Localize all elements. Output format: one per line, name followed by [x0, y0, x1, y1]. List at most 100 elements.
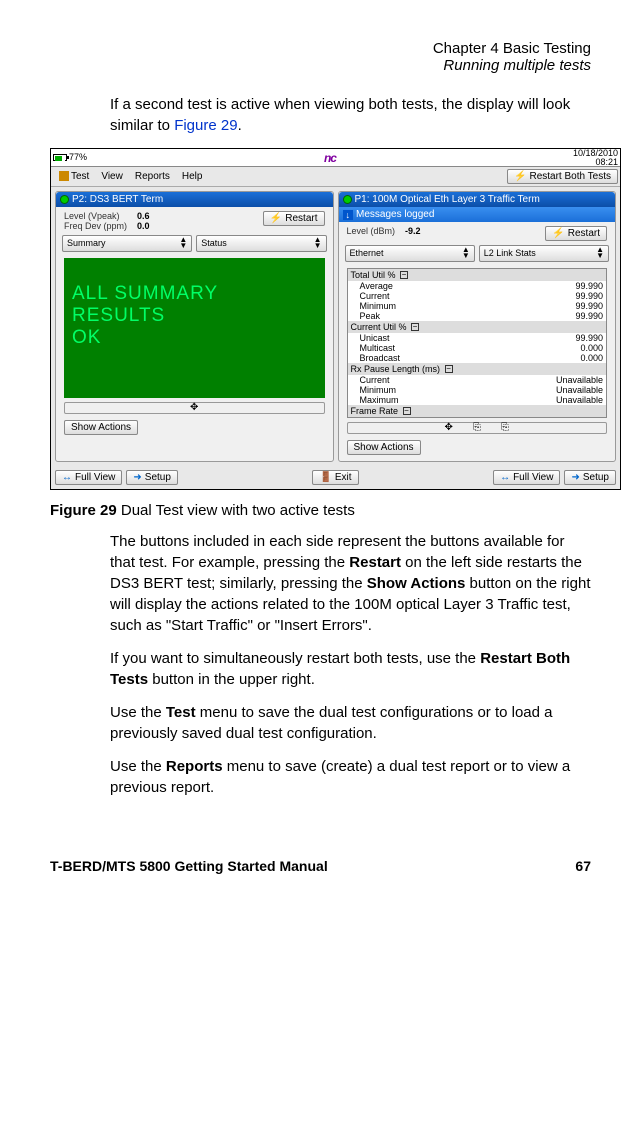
- right-pane-title: P1: 100M Optical Eth Layer 3 Traffic Ter…: [339, 192, 616, 207]
- right-sel2-label: L2 Link Stats: [484, 248, 536, 258]
- right-full-view-button[interactable]: ↔Full View: [493, 470, 560, 485]
- left-pane-title: P2: DS3 BERT Term: [56, 192, 333, 207]
- figure-caption-text: Dual Test view with two active tests: [117, 502, 355, 519]
- figure-reference-link[interactable]: Figure 29: [174, 117, 237, 134]
- row-value: 0.000: [580, 353, 603, 363]
- right-restart-label: Restart: [568, 228, 600, 239]
- arrow-right-icon: ➜: [133, 472, 141, 483]
- messages-label: Messages logged: [356, 209, 434, 220]
- left-stat1-label: Level (Vpeak): [64, 211, 127, 221]
- table-row: Peak99.990: [348, 311, 607, 321]
- right-sel1-label: Ethernet: [350, 248, 384, 258]
- row-value: 0.000: [580, 343, 603, 353]
- right-restart-button[interactable]: ⚡Restart: [545, 226, 607, 241]
- page-footer: T-BERD/MTS 5800 Getting Started Manual 6…: [50, 858, 591, 874]
- bolt-icon: ⚡: [270, 213, 282, 224]
- table-row: Minimum Unavailable: [348, 385, 607, 395]
- row-label: Average: [360, 281, 393, 291]
- row-label: Current: [360, 375, 390, 385]
- table-row: Current Unavailable: [348, 375, 607, 385]
- table-row: Current99.990: [348, 291, 607, 301]
- door-icon: 🚪: [319, 472, 331, 483]
- move-icon: ✥: [190, 402, 198, 413]
- right-scroll-strip[interactable]: ✥ ⎘ ⎘: [347, 422, 608, 434]
- updown-icon: ▲▼: [596, 247, 604, 260]
- row-value: 99.990: [575, 333, 603, 343]
- summary-line-1: ALL SUMMARY: [72, 283, 317, 305]
- table-row: Broadcast 0.000: [348, 353, 607, 363]
- row-label: Minimum: [360, 301, 397, 311]
- exit-label: Exit: [335, 472, 352, 483]
- left-scroll-strip[interactable]: ✥: [64, 402, 325, 414]
- menu-test[interactable]: Test: [53, 170, 95, 183]
- right-stat1-value: -9.2: [405, 226, 421, 236]
- row-label: Broadcast: [360, 353, 401, 363]
- menu-view[interactable]: View: [95, 170, 129, 183]
- left-stat2-value: 0.0: [137, 221, 150, 231]
- right-selector-1[interactable]: Ethernet▲▼: [345, 245, 475, 262]
- right-setup-button[interactable]: ➜Setup: [564, 470, 616, 485]
- summary-line-3: OK: [72, 327, 317, 349]
- row-value: 99.990: [575, 291, 603, 301]
- figure-label: Figure 29: [50, 502, 117, 519]
- brand-logo: nc: [87, 151, 573, 165]
- figure-29-screenshot: 77% nc 10/18/2010 08:21 Test View Report…: [50, 148, 621, 490]
- battery-indicator: 77%: [53, 152, 87, 163]
- left-title-text: P2: DS3 BERT Term: [72, 194, 163, 205]
- collapse-icon[interactable]: −: [411, 323, 419, 331]
- left-selector-2[interactable]: Status▲▼: [196, 235, 326, 252]
- menu-help[interactable]: Help: [176, 170, 209, 183]
- summary-ok-panel: ALL SUMMARY RESULTS OK: [64, 258, 325, 398]
- left-stat2-label: Freq Dev (ppm): [64, 221, 127, 231]
- summary-line-2: RESULTS: [72, 305, 317, 327]
- right-show-actions-button[interactable]: Show Actions: [347, 440, 421, 455]
- test-menu-icon: [59, 171, 69, 181]
- table-row: Minimum99.990: [348, 301, 607, 311]
- right-selector-2[interactable]: L2 Link Stats ▲▼: [479, 245, 609, 262]
- left-sel1-label: Summary: [67, 238, 106, 248]
- bolt-icon: ⚡: [514, 171, 526, 182]
- exit-button[interactable]: 🚪 Exit: [312, 470, 358, 485]
- arrow-right-icon: ➜: [571, 472, 579, 483]
- menu-test-label: Test: [71, 171, 89, 182]
- intro-paragraph: If a second test is active when viewing …: [110, 94, 591, 136]
- p1-bold-restart: Restart: [349, 554, 401, 571]
- row-label: Minimum: [360, 385, 397, 395]
- section-title: Running multiple tests: [50, 57, 591, 74]
- collapse-icon[interactable]: −: [403, 407, 411, 415]
- full-view-label: Full View: [75, 472, 115, 483]
- collapse-icon[interactable]: −: [400, 271, 408, 279]
- left-selector-1[interactable]: Summary▲▼: [62, 235, 192, 252]
- left-setup-button[interactable]: ➜ Setup: [126, 470, 178, 485]
- datetime: 10/18/2010 08:21: [573, 149, 618, 167]
- left-sel2-label: Status: [201, 238, 227, 248]
- messages-bar: ↓ Messages logged: [339, 207, 616, 222]
- right-stat1-label: Level (dBm): [347, 226, 396, 236]
- row-value: Unavailable: [556, 395, 603, 405]
- left-show-actions-button[interactable]: Show Actions: [64, 420, 138, 435]
- row-value: Unavailable: [556, 375, 603, 385]
- row-value: Unavailable: [556, 385, 603, 395]
- full-view-label: Full View: [513, 472, 553, 483]
- table-row: Unicast99.990: [348, 333, 607, 343]
- window-topbar: 77% nc 10/18/2010 08:21: [51, 149, 620, 167]
- left-full-view-button[interactable]: ↔Full View: [55, 470, 122, 485]
- arrows-icon: ↔: [500, 472, 510, 483]
- table-group-header: Rx Pause Length (ms) −: [348, 363, 607, 375]
- setup-label: Setup: [145, 472, 171, 483]
- messages-icon: ↓: [343, 210, 354, 220]
- restart-both-button[interactable]: ⚡Restart Both Tests: [507, 169, 618, 184]
- collapse-icon[interactable]: −: [445, 365, 453, 373]
- left-test-pane: P2: DS3 BERT Term Level (Vpeak) Freq Dev…: [55, 191, 334, 462]
- table-group-header: Current Util % −: [348, 321, 607, 333]
- row-value: 148,794.48: [558, 417, 603, 418]
- left-restart-button[interactable]: ⚡Restart: [263, 211, 325, 226]
- battery-icon: [53, 154, 67, 161]
- row-label: Maximum: [360, 395, 399, 405]
- left-restart-label: Restart: [285, 213, 317, 224]
- p4-a: Use the: [110, 758, 166, 775]
- row-label: Average: [360, 417, 393, 418]
- manual-name: T-BERD/MTS 5800 Getting Started Manual: [50, 858, 328, 874]
- menu-reports[interactable]: Reports: [129, 170, 176, 183]
- status-led-icon: [343, 195, 352, 204]
